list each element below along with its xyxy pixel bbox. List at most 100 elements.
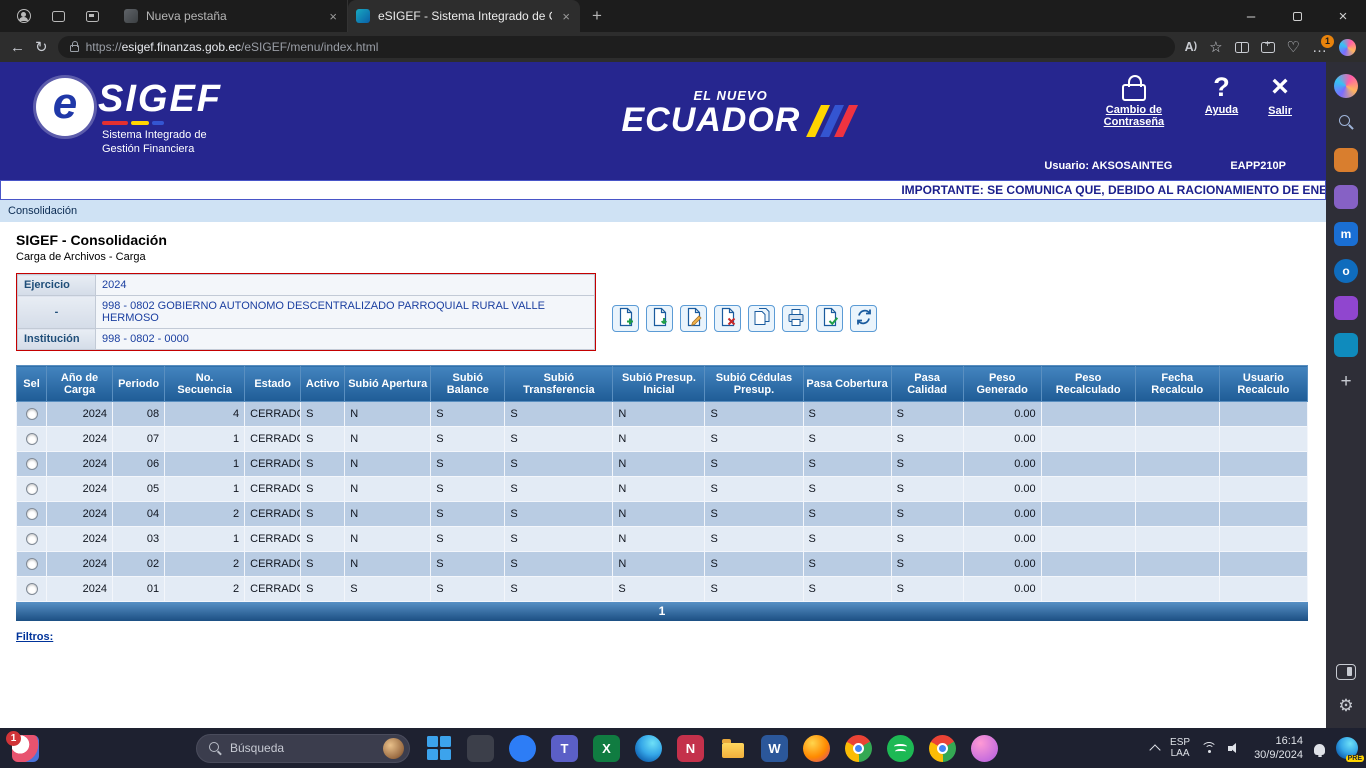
browser-essentials-icon[interactable]: ♡ [1287, 40, 1300, 55]
copilot-icon[interactable] [1339, 39, 1356, 56]
collections-icon[interactable] [1261, 42, 1275, 53]
row-select-radio[interactable] [26, 583, 38, 595]
browser-tab-esigef[interactable]: eSIGEF - Sistema Integrado de G × [348, 0, 580, 32]
profile-icon[interactable] [14, 6, 34, 26]
sidebar-panel-icon[interactable] [1336, 664, 1356, 680]
table-row: 2024051CERRADOSNSSNSSS0.00 [17, 477, 1308, 502]
copy-document-button[interactable] [748, 305, 775, 332]
taskbar-app-teams-app[interactable]: T [551, 735, 578, 762]
browser-tab-new[interactable]: Nueva pestaña × [116, 0, 348, 32]
cell [1135, 477, 1219, 502]
taskbar-app-firefox-app[interactable] [803, 735, 830, 762]
taskbar-app-onenote-red-app[interactable]: N [677, 735, 704, 762]
edit-document-button[interactable] [680, 305, 707, 332]
tools-icon[interactable] [1334, 148, 1358, 172]
volume-icon[interactable] [1228, 742, 1243, 755]
taskbar-app-edge-app[interactable] [635, 735, 662, 762]
cell: S [891, 427, 963, 452]
taskbar-search[interactable]: Búsqueda [196, 734, 410, 763]
address-bar[interactable]: https://esigef.finanzas.gob.ec/eSIGEF/me… [58, 36, 1175, 58]
close-button[interactable]: × [1320, 0, 1366, 32]
https-lock-icon [70, 45, 79, 52]
print-button[interactable] [782, 305, 809, 332]
edge-pre-icon[interactable]: PRE [1336, 737, 1358, 759]
taskbar-app-file-explorer-app[interactable] [719, 735, 746, 762]
outlook-icon[interactable]: o [1334, 259, 1358, 283]
cell: S [891, 402, 963, 427]
pagination-bar[interactable]: 1 [16, 602, 1308, 621]
maximize-button[interactable] [1274, 0, 1320, 32]
new-document-button[interactable] [612, 305, 639, 332]
row-select-radio[interactable] [26, 533, 38, 545]
row-select-radio[interactable] [26, 558, 38, 570]
cell: N [345, 452, 431, 477]
settings-more-icon[interactable]: …1 [1312, 40, 1327, 55]
row-select-radio[interactable] [26, 458, 38, 470]
clock[interactable]: 16:1430/9/2024 [1254, 734, 1303, 763]
language-indicator[interactable]: ESPLAA [1170, 737, 1190, 760]
people-icon[interactable] [1334, 185, 1358, 209]
hidden-icons-chevron-icon[interactable] [1149, 744, 1160, 755]
column-header: Subió Balance [431, 366, 505, 402]
add-copy-button[interactable] [646, 305, 673, 332]
logo-subtitle: Sistema Integrado de Gestión Financiera [102, 129, 222, 157]
breadcrumb[interactable]: Consolidación [0, 200, 1326, 222]
cambio-contrasena-link[interactable]: Cambio de Contraseña [1093, 72, 1175, 128]
taskbar-app-start[interactable] [425, 735, 452, 762]
workspaces-icon[interactable] [48, 6, 68, 26]
cell: 0.00 [963, 427, 1041, 452]
taskbar-app-excel-app[interactable]: X [593, 735, 620, 762]
minimize-button[interactable]: – [1228, 0, 1274, 32]
cell: 1 [165, 477, 245, 502]
wifi-icon[interactable] [1201, 742, 1217, 755]
taskbar-app-word-app[interactable]: W [761, 735, 788, 762]
m365-icon[interactable]: m [1334, 222, 1358, 246]
read-aloud-icon[interactable]: A) [1185, 41, 1198, 54]
games-icon[interactable] [1334, 296, 1358, 320]
split-screen-icon[interactable] [1235, 42, 1249, 53]
delete-document-button[interactable] [714, 305, 741, 332]
taskbar-app-spotify-app[interactable] [887, 735, 914, 762]
copilot-icon[interactable] [1334, 74, 1358, 98]
notifications-bell-icon[interactable] [1314, 744, 1325, 755]
taskbar-app-paw-app[interactable] [971, 735, 998, 762]
form-row-entidad: - 998 - 0802 GOBIERNO AUTONOMO DESCENTRA… [18, 296, 595, 329]
row-select-radio[interactable] [26, 508, 38, 520]
column-header: Año de Carga [47, 366, 113, 402]
ayuda-link[interactable]: ? Ayuda [1205, 72, 1238, 116]
taskbar-app-dark-app[interactable] [467, 735, 494, 762]
widgets-button[interactable]: 1 [12, 735, 39, 762]
cell: S [301, 552, 345, 577]
add-sidebar-item-icon[interactable]: + [1334, 370, 1358, 394]
validate-document-button[interactable] [816, 305, 843, 332]
row-select-radio[interactable] [26, 433, 38, 445]
cell: S [431, 402, 505, 427]
session-code: EAPP210P [1230, 160, 1286, 172]
row-select-radio[interactable] [26, 483, 38, 495]
cell: N [345, 527, 431, 552]
tab-close-icon[interactable]: × [560, 9, 572, 24]
drop-icon[interactable] [1334, 333, 1358, 357]
favorites-star-icon[interactable]: ☆ [1209, 40, 1222, 55]
settings-gear-icon[interactable]: ⚙ [1334, 694, 1358, 718]
form-value: 998 - 0802 GOBIERNO AUTONOMO DESCENTRALI… [96, 296, 595, 329]
tab-close-icon[interactable]: × [327, 9, 339, 24]
column-header: Periodo [113, 366, 165, 402]
sel-cell [17, 402, 47, 427]
search-icon[interactable] [1334, 111, 1358, 135]
cell: S [803, 427, 891, 452]
back-icon[interactable]: ← [10, 40, 25, 55]
help-icon: ? [1213, 74, 1230, 101]
filtros-link[interactable]: Filtros: [16, 631, 53, 643]
salir-link[interactable]: × Salir [1268, 72, 1292, 117]
refresh-icon[interactable]: ↻ [35, 40, 48, 55]
row-select-radio[interactable] [26, 408, 38, 420]
tab-actions-icon[interactable] [82, 6, 102, 26]
process-icon [853, 306, 875, 331]
taskbar-app-chat-app[interactable] [509, 735, 536, 762]
taskbar-app-chrome-app[interactable] [845, 735, 872, 762]
new-tab-button[interactable]: + [580, 6, 614, 26]
taskbar-app-chrome-profile-app[interactable] [929, 735, 956, 762]
process-button[interactable] [850, 305, 877, 332]
page-number[interactable]: 1 [659, 604, 666, 618]
